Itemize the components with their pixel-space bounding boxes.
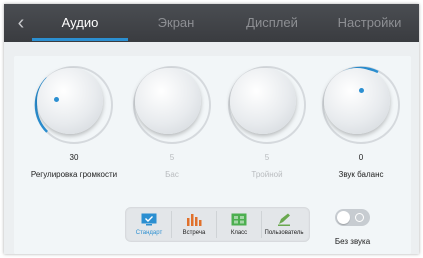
mode-standard-label: Стандарт: [135, 230, 163, 236]
volume-value: 30: [69, 153, 79, 162]
mute-label: Без звука: [334, 237, 371, 246]
bass-value: 5: [169, 153, 175, 162]
mode-standard-button[interactable]: Стандарт: [127, 207, 171, 242]
pencil-icon: [278, 213, 290, 226]
volume-label: Регулировка громкости: [30, 170, 118, 179]
mode-user-button[interactable]: Пользователь: [262, 207, 306, 242]
bass-label: Бас: [165, 170, 179, 179]
mute-toggle-knob: [337, 211, 350, 224]
balance-indicator-dot: [359, 88, 364, 93]
balance-knob[interactable]: [316, 60, 406, 150]
mode-user-label: Пользователь: [264, 230, 304, 236]
tab-display[interactable]: Дисплей: [224, 4, 320, 42]
bass-knob-cap: [135, 68, 201, 134]
back-chevron-icon[interactable]: ‹: [10, 12, 32, 34]
mode-meeting-button[interactable]: Встреча: [172, 207, 216, 242]
balance-value: 0: [358, 153, 364, 162]
treble-knob: [222, 60, 312, 150]
toggle-off-icon: [355, 213, 364, 222]
volume-indicator-dot: [54, 97, 59, 102]
tab-settings[interactable]: Настройки: [320, 4, 419, 42]
treble-knob-cap: [230, 68, 296, 134]
mode-meeting-label: Встреча: [182, 230, 206, 236]
tab-audio[interactable]: Аудио: [32, 4, 128, 42]
mode-class-button[interactable]: Класс: [217, 207, 261, 242]
bar-chart-icon: [187, 214, 202, 226]
grid-board-icon: [231, 213, 247, 226]
monitor-check-icon: [141, 213, 157, 226]
mute-toggle[interactable]: [335, 209, 370, 226]
volume-knob[interactable]: [29, 60, 119, 150]
volume-knob-cap: [37, 68, 103, 134]
sound-mode-selector: Стандарт Встреча Класс Пользователь: [125, 207, 310, 242]
balance-knob-cap: [324, 68, 390, 134]
active-tab-indicator: [32, 38, 128, 41]
top-nav-bar: ‹ Аудио Экран Дисплей Настройки: [4, 4, 419, 42]
balance-label: Звук баланс: [338, 170, 384, 179]
tab-screen[interactable]: Экран: [128, 4, 224, 42]
mode-class-label: Класс: [230, 230, 248, 236]
bass-knob: [127, 60, 217, 150]
